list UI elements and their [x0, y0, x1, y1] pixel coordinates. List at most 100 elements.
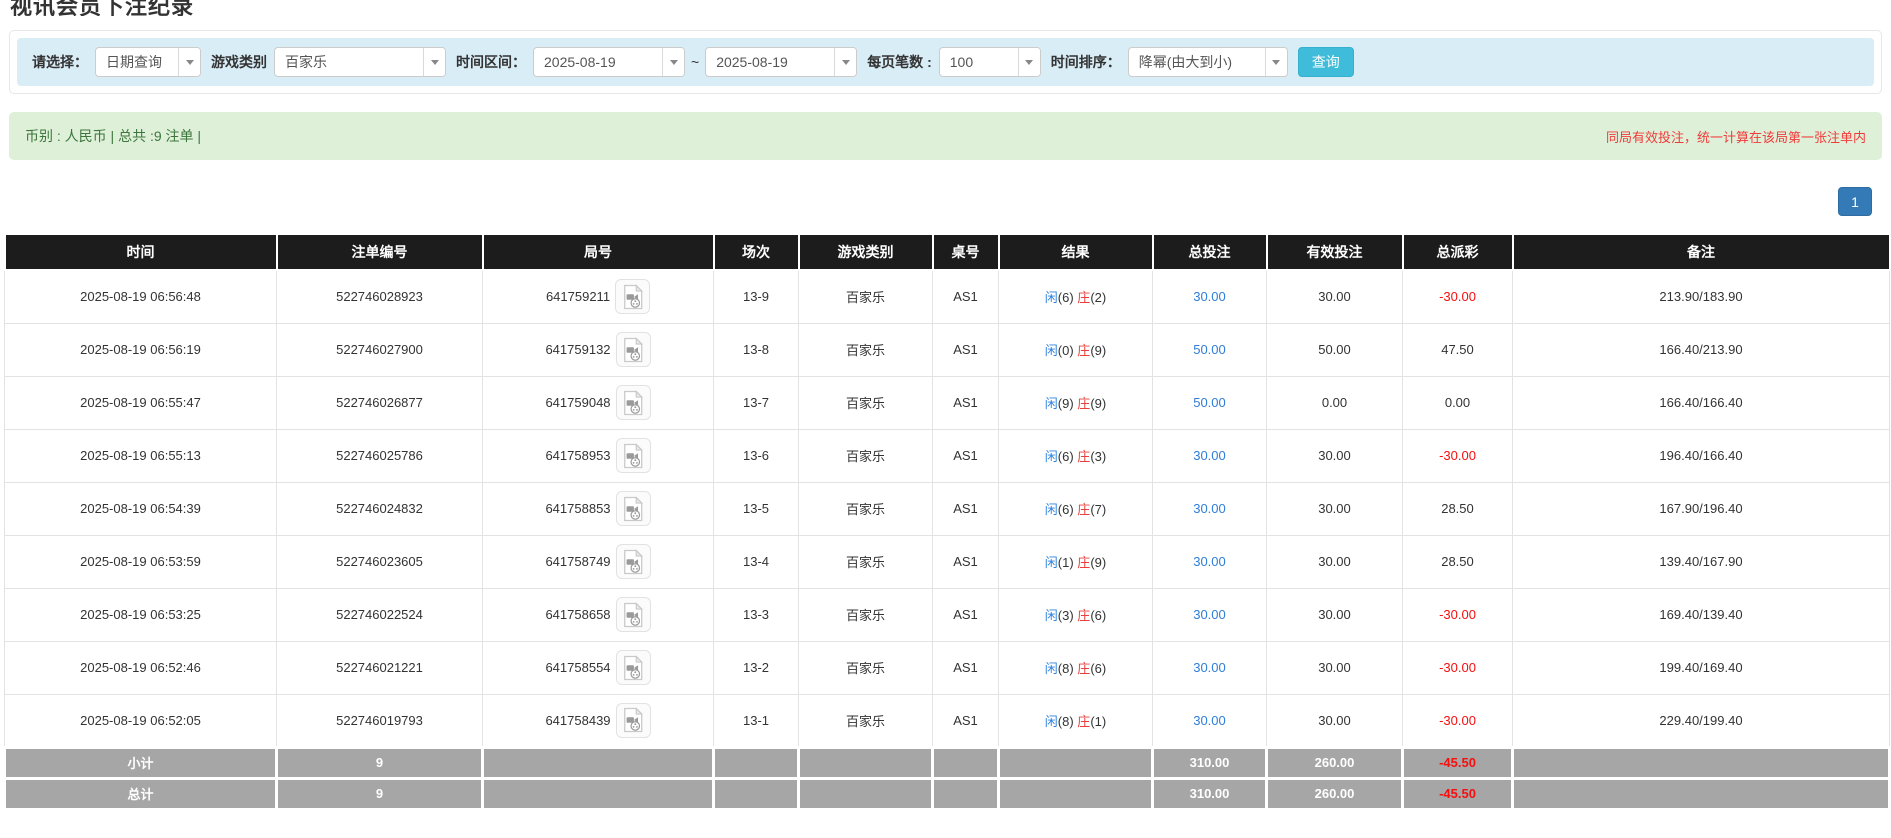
chevron-down-icon[interactable] — [1265, 48, 1287, 76]
cell-total-bet: 30.00 — [1153, 535, 1267, 588]
round-video-button[interactable] — [616, 597, 651, 632]
search-button[interactable]: 查询 — [1298, 47, 1354, 77]
cell-total-bet: 50.00 — [1153, 376, 1267, 429]
total-bet-link[interactable]: 30.00 — [1193, 713, 1226, 728]
page-title-clip: 视讯会员下注纪录 — [0, 0, 1891, 16]
cell-remark: 169.40/139.40 — [1513, 588, 1890, 641]
cell-session: 13-5 — [714, 482, 799, 535]
cell-bet-id: 522746024832 — [277, 482, 483, 535]
cell-game-type: 百家乐 — [799, 482, 933, 535]
cell-table-no: AS1 — [933, 482, 999, 535]
cell-table-no: AS1 — [933, 535, 999, 588]
sort-select[interactable]: 降幂(由大到小) — [1128, 47, 1288, 77]
cell-payout: -30.00 — [1403, 429, 1513, 482]
subtotal-count: 9 — [277, 747, 483, 778]
total-bet-link[interactable]: 50.00 — [1193, 395, 1226, 410]
cell-remark: 166.40/166.40 — [1513, 376, 1890, 429]
query-type-select[interactable]: 日期查询 — [95, 47, 201, 77]
round-video-button[interactable] — [616, 544, 651, 579]
cell-total-bet: 30.00 — [1153, 641, 1267, 694]
cell-payout: 0.00 — [1403, 376, 1513, 429]
date-from-value: 2025-08-19 — [534, 48, 662, 76]
round-video-button[interactable] — [616, 332, 651, 367]
round-video-button[interactable] — [616, 491, 651, 526]
round-video-button[interactable] — [616, 438, 651, 473]
cell-bet-id: 522746027900 — [277, 323, 483, 376]
cell-game-type: 百家乐 — [799, 323, 933, 376]
cell-table-no: AS1 — [933, 376, 999, 429]
chevron-down-icon[interactable] — [662, 48, 684, 76]
page-title: 视讯会员下注纪录 — [10, 0, 1891, 16]
video-file-icon — [622, 390, 644, 416]
cell-payout: 28.50 — [1403, 535, 1513, 588]
video-file-icon — [622, 655, 644, 681]
cell-remark: 139.40/167.90 — [1513, 535, 1890, 588]
cell-time: 2025-08-19 06:56:19 — [5, 323, 277, 376]
sort-label: 时间排序： — [1051, 52, 1121, 72]
round-video-button[interactable] — [616, 385, 651, 420]
cell-round-id: 641758554 — [483, 641, 714, 694]
cell-table-no: AS1 — [933, 429, 999, 482]
cell-table-no: AS1 — [933, 641, 999, 694]
total-label: 总计 — [5, 778, 277, 809]
date-to-select[interactable]: 2025-08-19 — [705, 47, 857, 77]
cell-result: 闲(3) 庄(6) — [999, 588, 1153, 641]
cell-bet-id: 522746023605 — [277, 535, 483, 588]
cell-time: 2025-08-19 06:55:13 — [5, 429, 277, 482]
pagination: 1 — [0, 187, 1872, 216]
header-result: 结果 — [999, 234, 1153, 270]
game-type-value: 百家乐 — [275, 48, 423, 76]
cell-time: 2025-08-19 06:52:05 — [5, 694, 277, 747]
cell-remark: 213.90/183.90 — [1513, 270, 1890, 323]
table-row: 2025-08-19 06:55:47522746026877641759048… — [5, 376, 1890, 429]
cell-game-type: 百家乐 — [799, 588, 933, 641]
filter-panel: 请选择： 日期查询 游戏类别 百家乐 时间区间： 2025-08-19 ~ 20… — [9, 30, 1882, 94]
cell-result: 闲(8) 庄(6) — [999, 641, 1153, 694]
cell-round-id: 641759211 — [483, 270, 714, 323]
total-row: 总计 9 310.00 260.00 -45.50 — [5, 778, 1890, 809]
cell-result: 闲(9) 庄(9) — [999, 376, 1153, 429]
cell-session: 13-4 — [714, 535, 799, 588]
table-row: 2025-08-19 06:52:05522746019793641758439… — [5, 694, 1890, 747]
cell-total-bet: 30.00 — [1153, 588, 1267, 641]
cell-payout: -30.00 — [1403, 694, 1513, 747]
table-row: 2025-08-19 06:53:25522746022524641758658… — [5, 588, 1890, 641]
header-time: 时间 — [5, 234, 277, 270]
summary-note: 同局有效投注，统一计算在该局第一张注单内 — [1606, 127, 1866, 146]
round-video-button[interactable] — [616, 703, 651, 738]
page-button-1[interactable]: 1 — [1838, 187, 1872, 216]
cell-round-id: 641759132 — [483, 323, 714, 376]
header-total-bet: 总投注 — [1153, 234, 1267, 270]
date-from-select[interactable]: 2025-08-19 — [533, 47, 685, 77]
total-bet-link[interactable]: 30.00 — [1193, 289, 1226, 304]
page-size-value: 100 — [940, 48, 1018, 76]
cell-bet-id: 522746028923 — [277, 270, 483, 323]
cell-table-no: AS1 — [933, 323, 999, 376]
chevron-down-icon[interactable] — [178, 48, 200, 76]
page-size-select[interactable]: 100 — [939, 47, 1041, 77]
total-bet-link[interactable]: 30.00 — [1193, 501, 1226, 516]
cell-table-no: AS1 — [933, 694, 999, 747]
cell-time: 2025-08-19 06:55:47 — [5, 376, 277, 429]
video-file-icon — [622, 284, 644, 310]
total-bet-link[interactable]: 30.00 — [1193, 448, 1226, 463]
total-bet-link[interactable]: 30.00 — [1193, 607, 1226, 622]
total-bet-link[interactable]: 30.00 — [1193, 554, 1226, 569]
game-type-select[interactable]: 百家乐 — [274, 47, 446, 77]
round-video-button[interactable] — [616, 650, 651, 685]
header-bet-id: 注单编号 — [277, 234, 483, 270]
cell-round-id: 641759048 — [483, 376, 714, 429]
total-bet-link[interactable]: 30.00 — [1193, 660, 1226, 675]
cell-total-bet: 30.00 — [1153, 694, 1267, 747]
cell-bet-id: 522746022524 — [277, 588, 483, 641]
cell-game-type: 百家乐 — [799, 694, 933, 747]
total-bet-link[interactable]: 50.00 — [1193, 342, 1226, 357]
chevron-down-icon[interactable] — [423, 48, 445, 76]
round-video-button[interactable] — [615, 279, 650, 314]
chevron-down-icon[interactable] — [1018, 48, 1040, 76]
header-remark: 备注 — [1513, 234, 1890, 270]
cell-round-id: 641758853 — [483, 482, 714, 535]
cell-time: 2025-08-19 06:53:59 — [5, 535, 277, 588]
chevron-down-icon[interactable] — [834, 48, 856, 76]
table-row: 2025-08-19 06:53:59522746023605641758749… — [5, 535, 1890, 588]
